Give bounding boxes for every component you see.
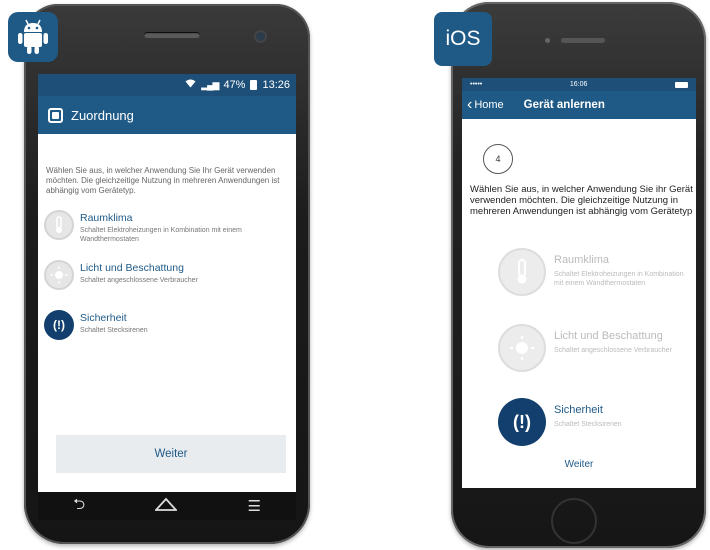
status-time: 16:06 xyxy=(569,81,588,88)
option-subtitle: Schaltet angeschlossene Verbraucher xyxy=(80,277,198,284)
sun-icon xyxy=(44,260,74,290)
carrier-signal: ••••• xyxy=(470,81,483,88)
thermometer-icon xyxy=(498,248,546,296)
app-bar: Zuordnung xyxy=(38,96,296,134)
menu-icon[interactable]: ☰ xyxy=(247,497,260,515)
option-licht[interactable]: Licht und Beschattung Schaltet angeschlo… xyxy=(498,324,694,372)
battery-percent: 47% xyxy=(223,79,246,91)
battery-icon xyxy=(674,81,688,88)
step-indicator: 4 xyxy=(483,144,513,174)
status-time: 13:26 xyxy=(262,79,290,91)
front-camera xyxy=(545,38,550,43)
android-logo-icon xyxy=(8,12,58,62)
option-name: Licht und Beschattung xyxy=(554,330,663,342)
option-subtitle: Schaltet Stecksirenen xyxy=(554,421,622,428)
option-sicherheit[interactable]: (!) Sicherheit Schaltet Stecksirenen xyxy=(498,398,694,446)
back-button[interactable]: ‹ Home xyxy=(467,97,504,113)
page-title: Gerät anlernen xyxy=(523,99,605,111)
page-title: Zuordnung xyxy=(71,107,134,123)
option-name: Raumklima xyxy=(80,212,133,224)
sun-icon xyxy=(498,324,546,372)
siren-icon: (!) xyxy=(44,310,74,340)
ios-screen: ••••• 16:06 ‹ Home Gerät anlernen 4 Wähl… xyxy=(462,78,696,488)
option-subtitle: Schaltet Stecksirenen xyxy=(80,327,148,334)
android-screen: ▂▄▆ 47% 13:26 Zuordnung Wählen Sie aus, … xyxy=(38,74,296,520)
front-camera xyxy=(256,32,265,41)
assignment-icon xyxy=(48,107,63,123)
speaker-grille xyxy=(561,38,605,43)
siren-icon: (!) xyxy=(498,398,546,446)
option-name: Sicherheit xyxy=(554,404,603,416)
back-icon[interactable]: ⮌ xyxy=(73,494,85,519)
status-bar: ▂▄▆ 47% 13:26 xyxy=(38,74,296,96)
option-sicherheit[interactable]: (!) Sicherheit Schaltet Stecksirenen xyxy=(44,310,294,340)
option-subtitle: Schaltet angeschlossene Verbraucher xyxy=(554,347,672,354)
option-raumklima[interactable]: Raumklima Schaltet Elektroheizungen in K… xyxy=(498,248,694,296)
home-button[interactable] xyxy=(551,498,597,544)
option-licht[interactable]: Licht und Beschattung Schaltet angeschlo… xyxy=(44,260,294,290)
option-subtitle: Schaltet Elektroheizungen in Kombination… xyxy=(554,271,684,287)
option-name: Raumklima xyxy=(554,254,610,266)
wifi-icon xyxy=(185,79,196,91)
android-phone: ▂▄▆ 47% 13:26 Zuordnung Wählen Sie aus, … xyxy=(24,4,310,544)
description-text: Wählen Sie aus, in welcher Anwendung Sie… xyxy=(46,166,280,195)
option-raumklima[interactable]: Raumklima Schaltet Elektroheizungen in K… xyxy=(44,210,294,244)
navigation-bar: ‹ Home Gerät anlernen xyxy=(462,91,696,119)
iphone: ••••• 16:06 ‹ Home Gerät anlernen 4 Wähl… xyxy=(451,2,706,548)
back-label: Home xyxy=(474,99,504,111)
chevron-left-icon: ‹ xyxy=(467,96,473,113)
option-name: Sicherheit xyxy=(80,312,127,324)
battery-icon xyxy=(250,80,258,90)
android-nav-bar: ⮌ ☰ xyxy=(38,492,296,520)
thermometer-icon xyxy=(44,210,74,240)
description-text: Wählen Sie aus, in welcher Anwendung Sie… xyxy=(470,184,693,217)
signal-icon: ▂▄▆ xyxy=(201,79,219,90)
option-subtitle: Schaltet Elektroheizungen in Kombination… xyxy=(80,227,242,243)
speaker-grille xyxy=(144,32,200,38)
status-bar: ••••• 16:06 xyxy=(462,78,696,91)
option-name: Licht und Beschattung xyxy=(80,262,184,274)
ios-badge: iOS xyxy=(434,12,492,66)
weiter-button[interactable]: Weiter xyxy=(462,459,696,470)
home-icon[interactable] xyxy=(154,497,179,515)
weiter-button[interactable]: Weiter xyxy=(56,435,286,473)
